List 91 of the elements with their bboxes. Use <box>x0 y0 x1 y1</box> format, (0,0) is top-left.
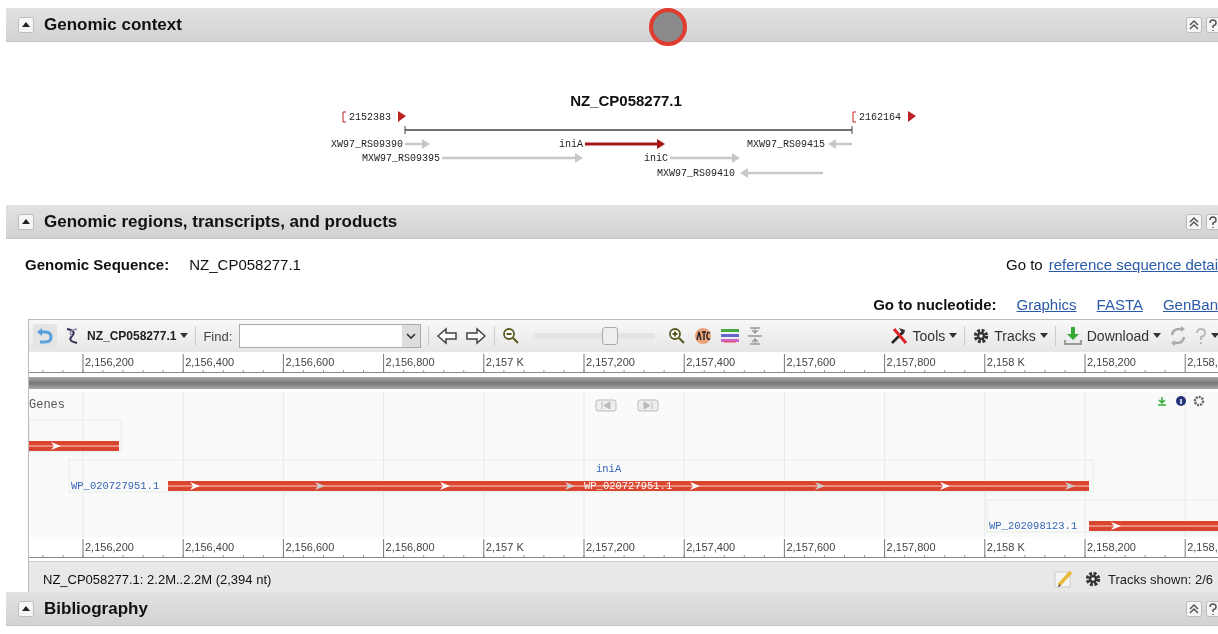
zoom-out-icon[interactable] <box>502 327 521 345</box>
ruler-label: 2,157,600 <box>786 541 836 553</box>
nucleotide-link[interactable]: GenBan <box>1162 295 1218 313</box>
nucleotide-link[interactable]: FASTA <box>1096 295 1143 313</box>
ruler-label: 2,158 K <box>986 541 1025 553</box>
gene-label[interactable]: iniC <box>644 153 668 164</box>
gene-feature[interactable] <box>29 441 119 451</box>
gene-label[interactable]: MXW97_RS09395 <box>362 153 440 164</box>
caret-icon <box>949 333 958 339</box>
collapse-icon[interactable] <box>18 600 34 617</box>
caret-icon <box>180 333 189 339</box>
section-title: Genomic regions, transcripts, and products <box>44 211 398 232</box>
ruler-label: 2,157,800 <box>886 541 936 553</box>
info-icon[interactable] <box>1176 396 1186 406</box>
download-icon[interactable] <box>1157 396 1167 406</box>
ruler-label: 2,157,400 <box>686 356 736 368</box>
ruler-label: 2,158, <box>1187 541 1218 553</box>
help-icon[interactable] <box>1206 16 1218 33</box>
record-indicator-icon <box>648 7 688 47</box>
toolbar-menu[interactable]: Tracks <box>972 327 1048 345</box>
ruler-label: 2,156,600 <box>285 541 335 553</box>
gene-name[interactable]: iniA <box>596 463 622 475</box>
ruler-label: 2,157,200 <box>586 541 635 553</box>
gear-icon <box>972 327 991 345</box>
ruler-label: 2,156,200 <box>85 356 134 368</box>
settings-icon[interactable] <box>1193 395 1205 407</box>
move-up-icon[interactable] <box>1186 600 1202 617</box>
help-icon[interactable] <box>1206 600 1218 617</box>
color-tracks-icon[interactable] <box>720 327 741 345</box>
collapse-rows-icon[interactable] <box>747 327 764 345</box>
ruler-label: 2,157,800 <box>886 356 936 368</box>
move-up-icon[interactable] <box>1186 213 1202 230</box>
ruler-label: 2,156,600 <box>285 356 335 368</box>
feature-label[interactable]: WP_202098123.1 <box>989 520 1078 532</box>
ruler-label: 2,158,200 <box>1087 541 1136 553</box>
status-text: NZ_CP058277.1: 2.2M..2.2M (2,394 nt) <box>43 571 272 587</box>
help-menu[interactable] <box>1195 327 1218 345</box>
chevron-down-icon[interactable] <box>406 332 417 340</box>
slider-thumb[interactable] <box>602 327 619 345</box>
goto-nucleotide-label: Go to nucleotide: <box>873 295 997 313</box>
ruler-label: 2,156,800 <box>385 541 435 553</box>
pan-right-icon[interactable] <box>465 326 488 346</box>
find-field[interactable] <box>239 324 422 348</box>
ruler-label: 2,157,400 <box>686 541 736 553</box>
ruler-label: 2,157 K <box>485 541 524 553</box>
gene-label[interactable]: iniA <box>559 139 583 150</box>
ruler-label: 2,158, <box>1187 356 1218 368</box>
collapse-icon[interactable] <box>18 16 34 33</box>
genomic-sequence-value: NZ_CP058277.1 <box>189 255 301 273</box>
section-title: Bibliography <box>44 598 148 619</box>
move-up-icon[interactable] <box>1186 16 1202 33</box>
ruler-label: 2,157,600 <box>786 356 836 368</box>
ruler-label: 2,156,800 <box>385 356 435 368</box>
find-label: Find: <box>203 328 233 344</box>
ruler-label: 2,157,200 <box>586 356 635 368</box>
gene-label[interactable]: MXW97_RS09415 <box>747 139 825 150</box>
nucleotide-link[interactable]: Graphics <box>1016 295 1077 313</box>
gene-feature[interactable] <box>168 481 1089 491</box>
sequence-icon[interactable] <box>64 326 80 346</box>
reference-link[interactable]: reference sequence detai <box>1048 255 1218 273</box>
zoom-in-icon[interactable] <box>668 327 687 345</box>
ruler-label: 2,157 K <box>485 356 524 368</box>
collapse-icon[interactable] <box>18 213 34 230</box>
genomic-sequence-label: Genomic Sequence: <box>25 255 170 273</box>
ruler-label: 2,156,400 <box>185 356 235 368</box>
gene-label[interactable]: MXW97_RS09410 <box>657 168 735 179</box>
ruler-label: 2,158,200 <box>1087 356 1136 368</box>
feature-label[interactable]: WP_020727951.1 <box>71 480 160 492</box>
help-icon <box>1195 327 1207 345</box>
gear-icon <box>1084 570 1102 588</box>
gene-label[interactable]: XW97_RS09390 <box>331 139 403 150</box>
help-icon[interactable] <box>1206 213 1218 230</box>
track-name: Genes <box>29 398 65 412</box>
pan-left-icon[interactable] <box>436 326 459 346</box>
gene-arrow[interactable] <box>585 139 665 149</box>
sequence-text-icon[interactable] <box>693 327 714 345</box>
ruler-label: 2,158 K <box>986 356 1025 368</box>
sequence-dropdown[interactable]: NZ_CP058277.1 <box>87 329 189 343</box>
caret-icon <box>1153 333 1161 339</box>
ruler-label: 2,156,200 <box>85 541 134 553</box>
toolbar-menu[interactable]: Download <box>1062 326 1161 346</box>
section-title: Genomic context <box>44 14 182 35</box>
ruler-label: 2,156,400 <box>185 541 235 553</box>
tracks-shown-button[interactable]: Tracks shown: 2/6 <box>1084 570 1213 588</box>
caret-icon <box>1039 333 1048 339</box>
toolbar-menu[interactable]: Tools <box>888 326 958 346</box>
feature-inner-label: WP_020727951.1 <box>584 480 673 492</box>
sequence-title: NZ_CP058277.1 <box>570 92 682 109</box>
caret-icon <box>1211 333 1218 339</box>
download-icon <box>1062 326 1083 346</box>
goto-text: Go to <box>1006 255 1043 273</box>
